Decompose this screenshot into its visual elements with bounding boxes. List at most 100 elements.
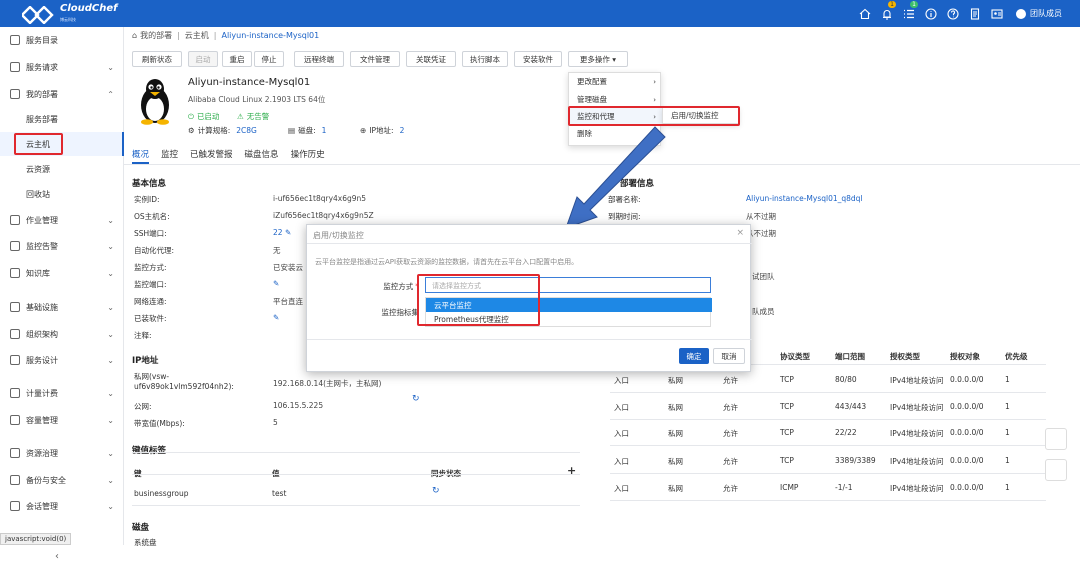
- stop-button[interactable]: 停止: [254, 51, 284, 67]
- task-list-icon[interactable]: 1: [898, 0, 920, 27]
- sg-cell: TCP: [780, 428, 794, 437]
- sg-cell: 入口: [614, 403, 629, 412]
- user-menu[interactable]: 团队成员: [1016, 8, 1062, 19]
- disk-sub-title: 系统盘: [134, 538, 157, 547]
- sidebar-sub-recycle-bin[interactable]: 回收站: [0, 182, 124, 206]
- sidebar-item-my-deployments[interactable]: 我的部署 ⌃: [0, 82, 124, 106]
- field-label: 自动化代理:: [134, 246, 175, 255]
- breadcrumb-item[interactable]: 云主机: [185, 30, 209, 41]
- sg-cell: 入口: [614, 429, 629, 438]
- profile-card-icon[interactable]: [986, 0, 1008, 27]
- start-button[interactable]: 启动: [188, 51, 218, 67]
- governance-icon: [10, 448, 20, 458]
- sidebar-item-service-design[interactable]: 服务设计 ⌄: [0, 348, 124, 372]
- collapse-sidebar-icon[interactable]: ‹: [55, 551, 59, 562]
- deployment-link[interactable]: Aliyun-instance-Mysql01_q8dql: [746, 194, 863, 203]
- edit-icon[interactable]: ✎: [273, 313, 279, 322]
- chevron-down-icon: ⌄: [107, 241, 114, 251]
- sg-cell: 3389/3389: [835, 456, 876, 465]
- sidebar: 服务目录 服务请求 ⌄ 我的部署 ⌃ 服务部署 云主机 云资源 回收站 作业管理 ⌄ …: [0, 27, 124, 562]
- link-credential-button[interactable]: 关联凭证: [406, 51, 456, 67]
- spec-info: ⚙ 计算规格: 2C8G: [188, 126, 257, 135]
- tab-overview[interactable]: 概况: [132, 148, 150, 164]
- feedback-icon[interactable]: [1045, 428, 1067, 450]
- sg-cell: 80/80: [835, 375, 857, 384]
- refresh-icon[interactable]: ↻: [412, 394, 420, 404]
- cancel-button[interactable]: 取消: [713, 348, 745, 364]
- sidebar-item-service-request[interactable]: 服务请求 ⌄: [0, 55, 124, 79]
- chat-icon[interactable]: [1045, 459, 1067, 481]
- home-icon[interactable]: [854, 0, 876, 27]
- tab-alerts[interactable]: 已触发警报: [190, 148, 233, 164]
- chevron-down-icon: ⌄: [107, 415, 114, 425]
- sg-cell: 1: [1005, 456, 1010, 465]
- sg-cell: 入口: [614, 376, 629, 385]
- chevron-right-icon: ›: [653, 95, 656, 104]
- sidebar-item-job-management[interactable]: 作业管理 ⌄: [0, 208, 124, 232]
- notification-badge: 1: [888, 1, 896, 8]
- disk-icon: ▤: [288, 126, 296, 135]
- sg-cell: 允许: [723, 484, 738, 493]
- help-icon[interactable]: [942, 0, 964, 27]
- document-icon[interactable]: [964, 0, 986, 27]
- sidebar-item-governance[interactable]: 资源治理 ⌄: [0, 441, 124, 465]
- restart-button[interactable]: 重启: [222, 51, 252, 67]
- chevron-down-icon: ⌄: [107, 448, 114, 458]
- field-label: SSH端口:: [134, 229, 167, 238]
- sidebar-item-backup-security[interactable]: 备份与安全 ⌄: [0, 468, 124, 492]
- ssh-port[interactable]: 22 ✎: [273, 228, 291, 237]
- edit-icon[interactable]: ✎: [285, 228, 291, 237]
- basic-info-title: 基本信息: [132, 179, 167, 189]
- sidebar-item-infrastructure[interactable]: 基础设施 ⌄: [0, 295, 124, 319]
- notification-bell-icon[interactable]: 1: [876, 0, 898, 27]
- expiry-value: 从不过期: [746, 212, 776, 221]
- logo[interactable]: CloudChef 博云科技: [22, 4, 118, 25]
- sidebar-item-monitoring[interactable]: 监控告警 ⌄: [0, 234, 124, 258]
- more-actions-button[interactable]: 更多操作 ▾: [568, 51, 628, 67]
- sidebar-item-capacity[interactable]: 容量管理 ⌄: [0, 408, 124, 432]
- menu-item-delete[interactable]: 删除 ›: [569, 125, 662, 142]
- sidebar-item-knowledge-base[interactable]: 知识库 ⌄: [0, 261, 124, 285]
- close-icon[interactable]: ×: [736, 228, 744, 238]
- info-icon[interactable]: [920, 0, 942, 27]
- run-script-button[interactable]: 执行脚本: [462, 51, 508, 67]
- user-name: 团队成员: [1030, 9, 1062, 18]
- sidebar-item-service-catalog[interactable]: 服务目录: [0, 28, 124, 52]
- sidebar-item-session[interactable]: 会话管理 ⌄: [0, 494, 124, 518]
- breadcrumb-item[interactable]: 我的部署: [140, 30, 172, 41]
- alarm-icon: ⚠: [237, 112, 244, 121]
- sync-icon[interactable]: ↻: [432, 486, 440, 496]
- tab-history[interactable]: 操作历史: [291, 148, 325, 164]
- field-label: 已装软件:: [134, 314, 167, 323]
- add-tag-button[interactable]: +: [567, 464, 576, 477]
- install-software-button[interactable]: 安装软件: [514, 51, 562, 67]
- confirm-button[interactable]: 确定: [679, 348, 709, 364]
- field-label: 监控端口:: [134, 280, 167, 289]
- sidebar-sub-service-deploy[interactable]: 服务部署: [0, 107, 124, 131]
- ip-info: ⊕ IP地址: 2: [360, 126, 405, 135]
- avatar: [1016, 8, 1026, 19]
- brand-name: CloudChef 博云科技: [60, 4, 118, 25]
- refresh-status-button[interactable]: 刷新状态: [132, 51, 182, 67]
- remote-terminal-button[interactable]: 远程终端: [294, 51, 344, 67]
- tag-value: test: [272, 489, 287, 498]
- sg-cell: 0.0.0.0/0: [950, 375, 984, 384]
- menu-item-change-config[interactable]: 更改配置 ›: [569, 73, 662, 90]
- tab-monitor[interactable]: 监控: [161, 148, 178, 164]
- sg-cell: 允许: [723, 457, 738, 466]
- shield-icon: [10, 475, 20, 485]
- edit-icon[interactable]: ✎: [273, 279, 279, 288]
- chevron-down-icon: ⌄: [107, 215, 114, 225]
- sg-cell: 私网: [668, 484, 683, 493]
- design-icon: [10, 355, 20, 365]
- sidebar-sub-cloud-resource[interactable]: 云资源: [0, 157, 124, 181]
- sg-cell: 允许: [723, 429, 738, 438]
- brand-sub: 博云科技: [60, 17, 76, 22]
- sg-cell: 1: [1005, 428, 1010, 437]
- file-management-button[interactable]: 文件管理: [350, 51, 400, 67]
- cloudchef-logo-icon: [22, 5, 54, 24]
- sidebar-item-metering[interactable]: 计量计费 ⌄: [0, 381, 124, 405]
- tab-disks[interactable]: 磁盘信息: [245, 148, 279, 164]
- sidebar-item-organization[interactable]: 组织架构 ⌄: [0, 322, 124, 346]
- sg-cell: 私网: [668, 376, 683, 385]
